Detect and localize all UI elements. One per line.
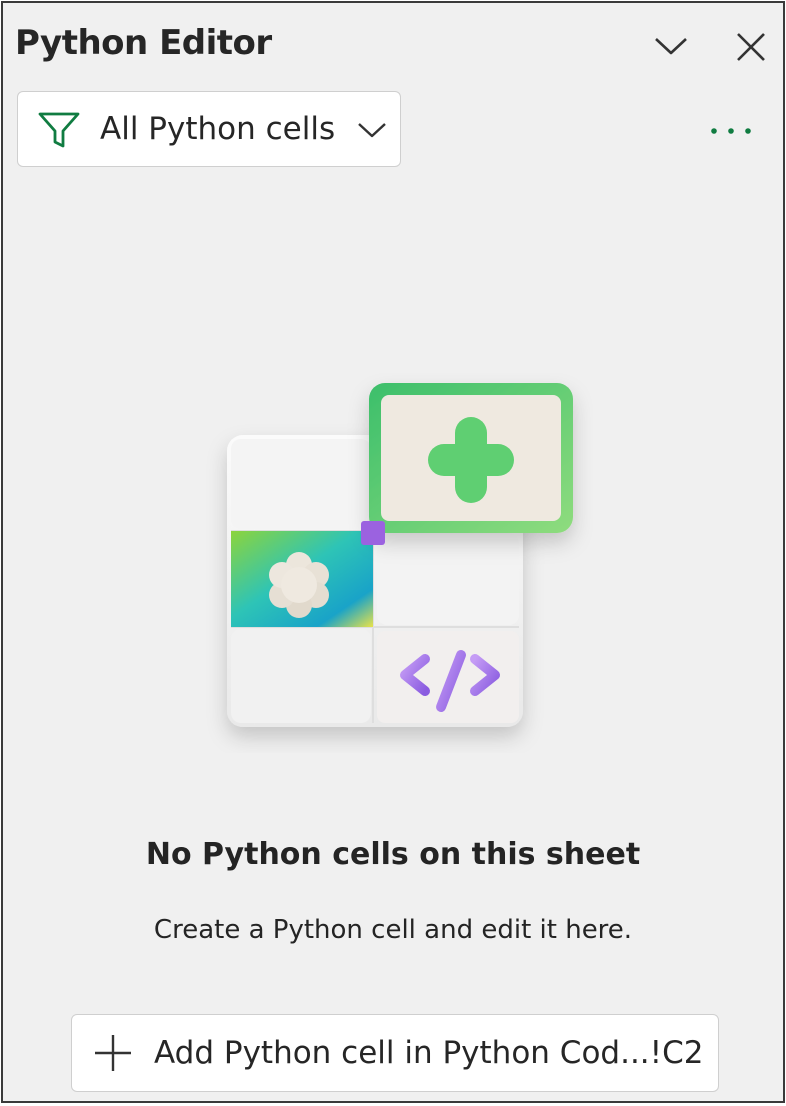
- collapse-pane-button[interactable]: [649, 25, 693, 69]
- chevron-down-icon: [358, 123, 386, 138]
- empty-state-title: No Python cells on this sheet: [145, 837, 641, 872]
- empty-state-description: Create a Python cell and edit it here.: [153, 915, 633, 945]
- more-horizontal-icon: [711, 128, 751, 134]
- plus-icon: [95, 1035, 131, 1071]
- close-pane-button[interactable]: [729, 25, 773, 69]
- filter-label: All Python cells: [100, 111, 336, 147]
- python-cells-illustration: [227, 383, 573, 727]
- add-python-cell-label: Add Python cell in Python Cod...!C2: [154, 1035, 704, 1071]
- cell-filter-dropdown[interactable]: All Python cells: [17, 91, 401, 167]
- more-options-button[interactable]: [703, 109, 759, 153]
- chevron-down-icon: [655, 38, 687, 55]
- close-icon: [737, 33, 765, 61]
- pane-title: Python Editor: [15, 23, 272, 63]
- add-python-cell-button[interactable]: Add Python cell in Python Cod...!C2: [71, 1014, 719, 1092]
- filter-icon: [38, 112, 80, 148]
- python-editor-pane: Python Editor All Python cells No Python…: [1, 1, 785, 1103]
